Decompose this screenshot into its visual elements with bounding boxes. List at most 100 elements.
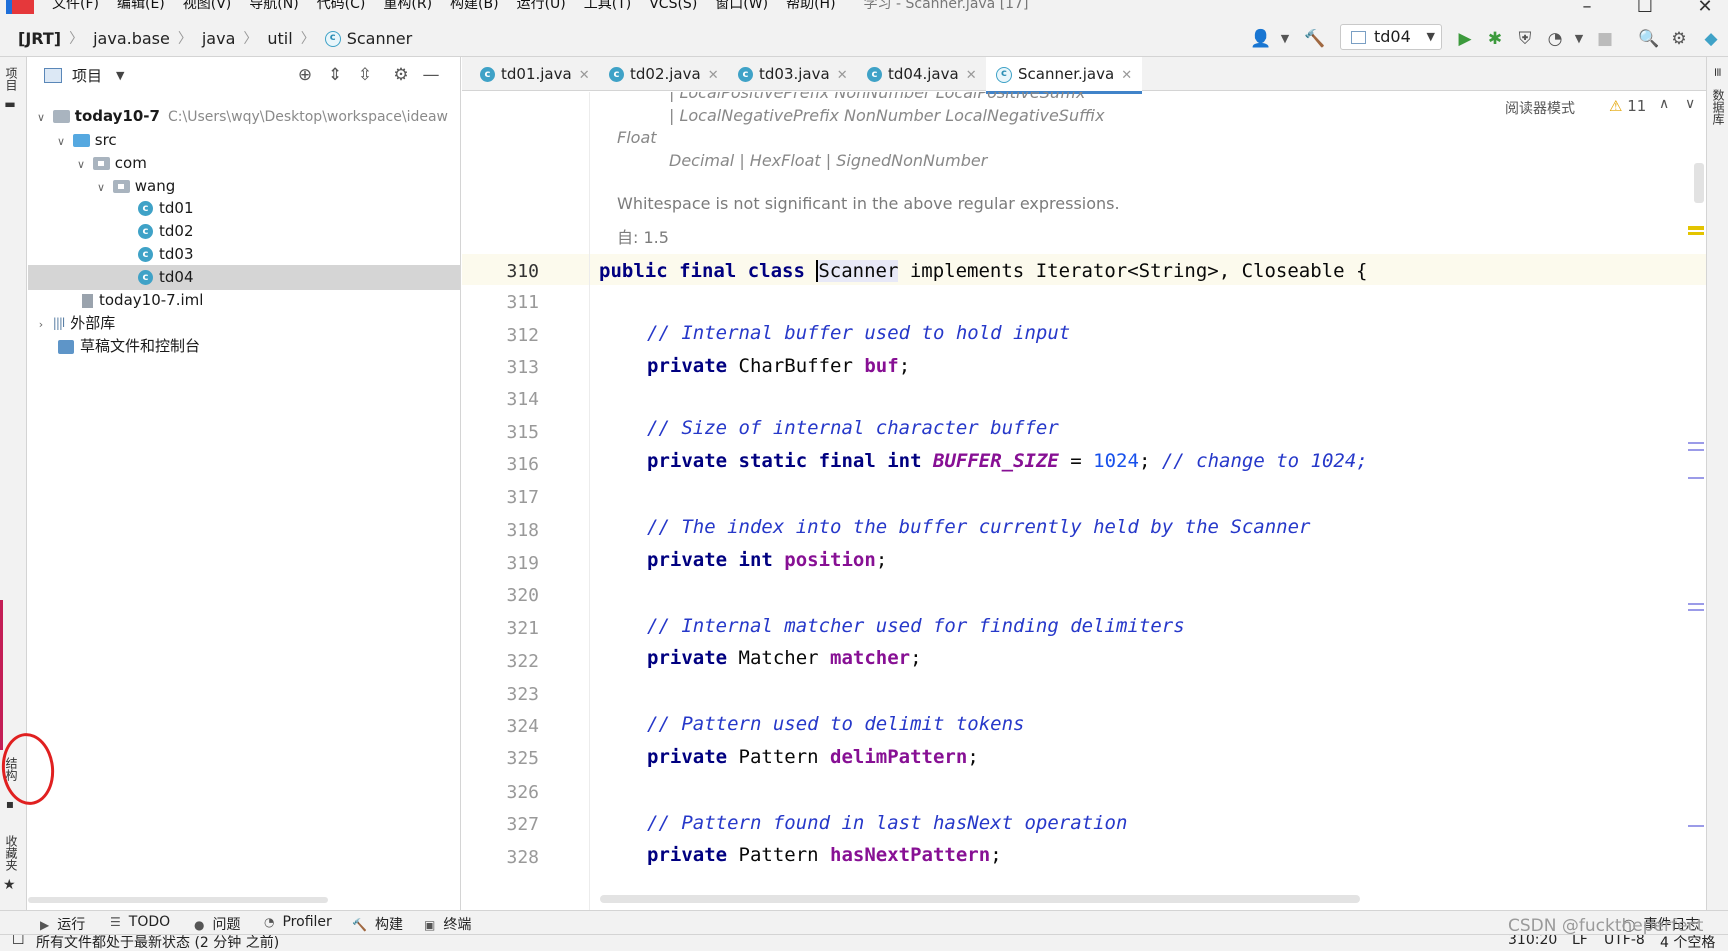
todo-tool-button[interactable]: ☰ TODO: [110, 914, 170, 930]
breadcrumb-util[interactable]: util: [267, 29, 292, 48]
build-tool-button[interactable]: 🔨 构建: [352, 914, 403, 934]
folder-icon[interactable]: ▬: [3, 97, 17, 111]
debug-icon[interactable]: ✱: [1484, 28, 1506, 50]
user-dropdown-icon[interactable]: ▼: [1274, 28, 1296, 50]
close-tab-icon[interactable]: ✕: [708, 68, 719, 83]
tree-item-td02[interactable]: c td02: [28, 219, 461, 244]
tree-item-iml[interactable]: today10-7.iml: [28, 288, 461, 313]
plugin-logo-icon[interactable]: ◆: [1700, 28, 1722, 50]
menu-window[interactable]: 窗口(W): [715, 0, 768, 11]
tab-td01[interactable]: c td01.java ✕: [470, 57, 590, 91]
tree-item-external-libraries[interactable]: › |||l 外部库: [28, 311, 461, 336]
caret-position[interactable]: 310:20: [1508, 935, 1557, 948]
close-tab-icon[interactable]: ✕: [1121, 68, 1132, 83]
code-comment: // Pattern used to delimit tokens: [647, 713, 1025, 735]
search-icon[interactable]: 🔍: [1638, 28, 1660, 50]
profile-icon[interactable]: ◔: [1544, 28, 1566, 50]
menu-vcs[interactable]: VCS(S): [649, 0, 697, 11]
project-tool-tab[interactable]: 项目: [3, 67, 20, 91]
coverage-icon[interactable]: ⛨: [1514, 28, 1536, 50]
star-icon[interactable]: ★: [3, 877, 16, 893]
status-bar: ☐ 所有文件都处于最新状态 (2 分钟 之前) 310:20 LF UTF-8 …: [0, 934, 1728, 951]
usage-marker[interactable]: [1688, 477, 1704, 479]
close-tab-icon[interactable]: ✕: [579, 68, 590, 83]
user-icon[interactable]: 👤: [1250, 28, 1272, 50]
menu-navigate[interactable]: 导航(N): [249, 0, 298, 11]
project-horizontal-scrollbar[interactable]: [28, 897, 328, 903]
menu-build[interactable]: 构建(B): [450, 0, 499, 11]
file-encoding[interactable]: UTF-8: [1604, 935, 1645, 948]
usage-marker[interactable]: [1688, 825, 1704, 827]
code-line-325: private Pattern delimPattern;: [647, 746, 979, 768]
close-window-icon[interactable]: ✕: [1690, 0, 1720, 17]
indent-setting[interactable]: 4 个空格: [1660, 935, 1715, 951]
menu-view[interactable]: 视图(V): [183, 0, 232, 11]
breadcrumb-java-base[interactable]: java.base: [93, 29, 170, 48]
line-separator[interactable]: LF: [1572, 935, 1588, 948]
menu-help[interactable]: 帮助(H): [786, 0, 835, 11]
problems-tool-button[interactable]: ● 问题: [194, 914, 240, 934]
tree-item-td04[interactable]: c td04: [28, 265, 461, 290]
menu-edit[interactable]: 编辑(E): [117, 0, 165, 11]
tree-item-td01[interactable]: c td01: [28, 196, 461, 221]
breadcrumb-java[interactable]: java: [202, 29, 236, 48]
database-icon[interactable]: ≡: [1711, 67, 1725, 77]
tab-td03[interactable]: c td03.java ✕: [728, 57, 848, 91]
menu-refactor[interactable]: 重构(R): [383, 0, 432, 11]
tree-item-td03[interactable]: c td03: [28, 242, 461, 267]
status-toggle-icon[interactable]: ☐: [12, 935, 25, 948]
previous-highlight-icon[interactable]: ∧: [1659, 96, 1669, 112]
close-tab-icon[interactable]: ✕: [966, 68, 977, 83]
hide-panel-icon[interactable]: —: [420, 65, 442, 85]
settings-gear-icon[interactable]: ⚙: [390, 65, 412, 85]
usage-marker[interactable]: [1688, 603, 1704, 605]
line-number: 318: [506, 520, 539, 541]
stop-icon[interactable]: ■: [1594, 28, 1616, 50]
locate-target-icon[interactable]: ⊕: [294, 65, 316, 85]
tree-item-project-root[interactable]: ∨ today10-7 C:\Users\wqy\Desktop\workspac…: [28, 104, 461, 129]
tab-td02[interactable]: c td02.java ✕: [599, 57, 719, 91]
collapse-all-icon[interactable]: ⇳: [354, 65, 376, 85]
terminal-tool-button[interactable]: ▣ 终端: [424, 914, 471, 934]
warning-marker[interactable]: [1688, 232, 1704, 235]
tree-item-src[interactable]: ∨ src: [28, 128, 461, 153]
code-editor[interactable]: | LocalPositivePrefix NonNumber LocalPos…: [591, 92, 1706, 910]
menu-file[interactable]: 文件(F): [52, 0, 99, 11]
warning-marker[interactable]: [1688, 226, 1704, 230]
tab-td04[interactable]: c td04.java ✕: [857, 57, 977, 91]
breadcrumb-jrt[interactable]: [JRT]: [18, 29, 61, 48]
database-tool-tab[interactable]: 数据库: [1710, 89, 1727, 125]
tree-item-com[interactable]: ∨ com: [28, 151, 461, 176]
minimize-icon[interactable]: –: [1572, 0, 1602, 17]
profile-dropdown-icon[interactable]: ▼: [1568, 28, 1590, 50]
run-icon[interactable]: ▶: [1454, 28, 1476, 50]
editor-horizontal-scrollbar[interactable]: [600, 895, 1360, 903]
chevron-down-icon[interactable]: ▼: [116, 69, 124, 82]
tab-scanner[interactable]: c Scanner.java ✕: [986, 57, 1143, 94]
vertical-scrollbar-thumb[interactable]: [1694, 163, 1704, 203]
build-hammer-icon[interactable]: 🔨: [1304, 28, 1326, 50]
settings-gear-icon[interactable]: ⚙: [1668, 28, 1690, 50]
expand-all-icon[interactable]: ⇕: [324, 65, 346, 85]
warnings-indicator[interactable]: ⚠ 11: [1609, 97, 1646, 115]
usage-marker[interactable]: [1688, 449, 1704, 451]
usage-marker[interactable]: [1688, 442, 1704, 444]
next-highlight-icon[interactable]: ∨: [1685, 96, 1695, 112]
line-number: 322: [506, 651, 539, 672]
tree-item-scratches[interactable]: 草稿文件和控制台: [28, 334, 461, 359]
reader-mode-button[interactable]: 阅读器模式: [1505, 98, 1575, 118]
breadcrumb-scanner[interactable]: c Scanner: [324, 29, 412, 48]
run-tool-button[interactable]: ▶ 运行: [40, 914, 85, 934]
close-tab-icon[interactable]: ✕: [837, 68, 848, 83]
menu-tools[interactable]: 工具(T): [584, 0, 631, 11]
profiler-tool-button[interactable]: ◔ Profiler: [264, 914, 332, 930]
run-configuration-select[interactable]: td04 ▼: [1340, 24, 1442, 50]
project-panel-title[interactable]: 项目: [72, 65, 102, 86]
favorites-tool-tab[interactable]: 收藏夹: [3, 835, 20, 871]
usage-marker[interactable]: [1688, 609, 1704, 611]
menu-code[interactable]: 代码(C): [317, 0, 366, 11]
chevron-down-icon[interactable]: ∨: [34, 105, 48, 130]
menu-run[interactable]: 运行(U): [517, 0, 566, 11]
code-line-310: public final class Scanner implements It…: [599, 260, 1368, 282]
maximize-icon[interactable]: ☐: [1630, 0, 1660, 17]
